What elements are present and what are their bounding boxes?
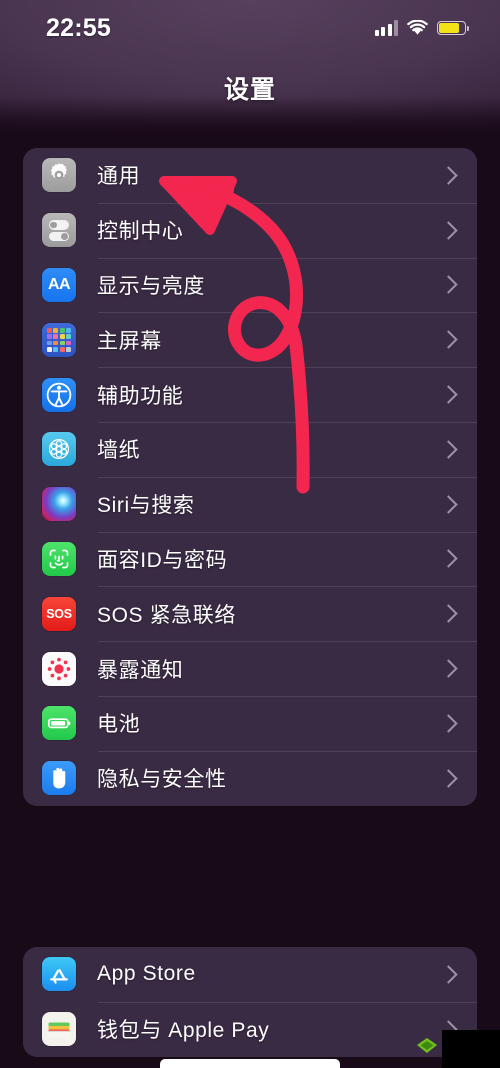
settings-row-label: SOS 紧急联络: [97, 603, 236, 627]
wallet-icon: [42, 1012, 76, 1047]
status-bar: 22:55: [0, 0, 500, 56]
wallpaper-flower-icon: [42, 432, 76, 467]
settings-row-wallet-apple-pay[interactable]: 钱包与 Apple Pay: [23, 1001, 477, 1057]
wifi-icon: [407, 20, 428, 36]
chevron-right-icon: [439, 440, 458, 459]
page-title: 设置: [223, 76, 276, 104]
settings-row-battery[interactable]: 电池: [23, 695, 477, 751]
aa-glyph: AA: [47, 275, 71, 293]
settings-row-label: App Store: [97, 962, 196, 986]
settings-row-siri-search[interactable]: Siri与搜索: [23, 476, 477, 532]
settings-row-label: 主屏幕: [97, 329, 162, 353]
chevron-right-icon: [439, 768, 458, 788]
chevron-right-icon: [439, 549, 458, 569]
home-indicator: [160, 1059, 340, 1068]
settings-scroll-view[interactable]: 通用 控制中心 AA 显示与亮度 主屏幕 辅助功能 墙纸 Siri与搜索 面容I…: [0, 0, 500, 1068]
settings-row-label: 暴露通知: [97, 658, 184, 682]
face-id-icon: [42, 541, 76, 576]
settings-row-label: 钱包与 Apple Pay: [97, 1019, 270, 1043]
settings-row-label: 隐私与安全性: [97, 768, 227, 792]
siri-orb-icon: [42, 487, 76, 522]
aa-text-size-icon: AA: [42, 267, 76, 302]
settings-row-label: 墙纸: [97, 439, 141, 463]
privacy-hand-icon: [42, 761, 76, 796]
settings-row-label: Siri与搜索: [97, 494, 195, 518]
chevron-right-icon: [439, 659, 458, 678]
app-grid-glyph: [47, 327, 71, 352]
battery-icon: [437, 21, 470, 35]
settings-row-wallpaper[interactable]: 墙纸: [23, 421, 477, 477]
chevron-right-icon: [439, 604, 458, 623]
settings-group-store: App Store 钱包与 Apple Pay: [23, 947, 477, 1057]
settings-row-label: 面容ID与密码: [97, 548, 228, 572]
settings-row-home-screen[interactable]: 主屏幕: [23, 312, 477, 367]
settings-row-control-center[interactable]: 控制中心: [23, 202, 477, 258]
home-screen-grid-icon: [42, 322, 76, 357]
chevron-right-icon: [439, 220, 458, 240]
settings-row-label: 通用: [97, 165, 141, 189]
settings-row-label: 电池: [97, 713, 141, 737]
toggles-icon: [42, 213, 76, 248]
status-clock: 22:55: [46, 13, 111, 42]
settings-row-label: 辅助功能: [97, 384, 184, 408]
settings-row-general[interactable]: 通用: [23, 148, 477, 203]
chevron-right-icon: [439, 965, 458, 984]
chevron-right-icon: [439, 275, 458, 295]
sos-glyph: SOS: [46, 606, 72, 621]
cellular-signal-icon: [374, 20, 398, 36]
settings-group-system: 通用 控制中心 AA 显示与亮度 主屏幕 辅助功能 墙纸 Siri与搜索 面容I…: [23, 148, 477, 806]
bottom-right-black-overlay: [442, 1030, 500, 1068]
iphone-settings-screen: 22:55 设置 通用 控制中心 AA 显示与亮度 主屏幕 辅助功能 墙纸 Si…: [0, 0, 500, 1068]
toggle-on-glyph: [49, 231, 69, 242]
status-indicators: [374, 20, 470, 36]
chevron-right-icon: [439, 166, 458, 185]
chevron-right-icon: [439, 714, 458, 733]
settings-row-privacy-security[interactable]: 隐私与安全性: [23, 750, 477, 806]
settings-row-label: 控制中心: [97, 220, 184, 244]
chevron-right-icon: [439, 385, 458, 404]
settings-row-emergency-sos[interactable]: SOS SOS 紧急联络: [23, 586, 477, 641]
settings-row-accessibility[interactable]: 辅助功能: [23, 367, 477, 422]
toggle-off-glyph: [49, 220, 69, 230]
accessibility-icon: [42, 377, 76, 412]
battery-settings-icon: [42, 706, 76, 741]
green-watermark-icon: [416, 1037, 438, 1054]
settings-row-label: 显示与亮度: [97, 274, 205, 298]
gear-icon: [42, 158, 76, 193]
settings-row-app-store[interactable]: App Store: [23, 947, 477, 1002]
chevron-right-icon: [439, 494, 458, 514]
exposure-notification-icon: [42, 651, 76, 686]
battery-fill: [439, 23, 460, 33]
settings-row-display-brightness[interactable]: AA 显示与亮度: [23, 257, 477, 313]
settings-row-exposure-notifications[interactable]: 暴露通知: [23, 641, 477, 696]
chevron-right-icon: [439, 330, 458, 349]
app-store-icon: [42, 957, 76, 992]
settings-row-face-id-passcode[interactable]: 面容ID与密码: [23, 531, 477, 587]
sos-icon: SOS: [42, 596, 76, 631]
